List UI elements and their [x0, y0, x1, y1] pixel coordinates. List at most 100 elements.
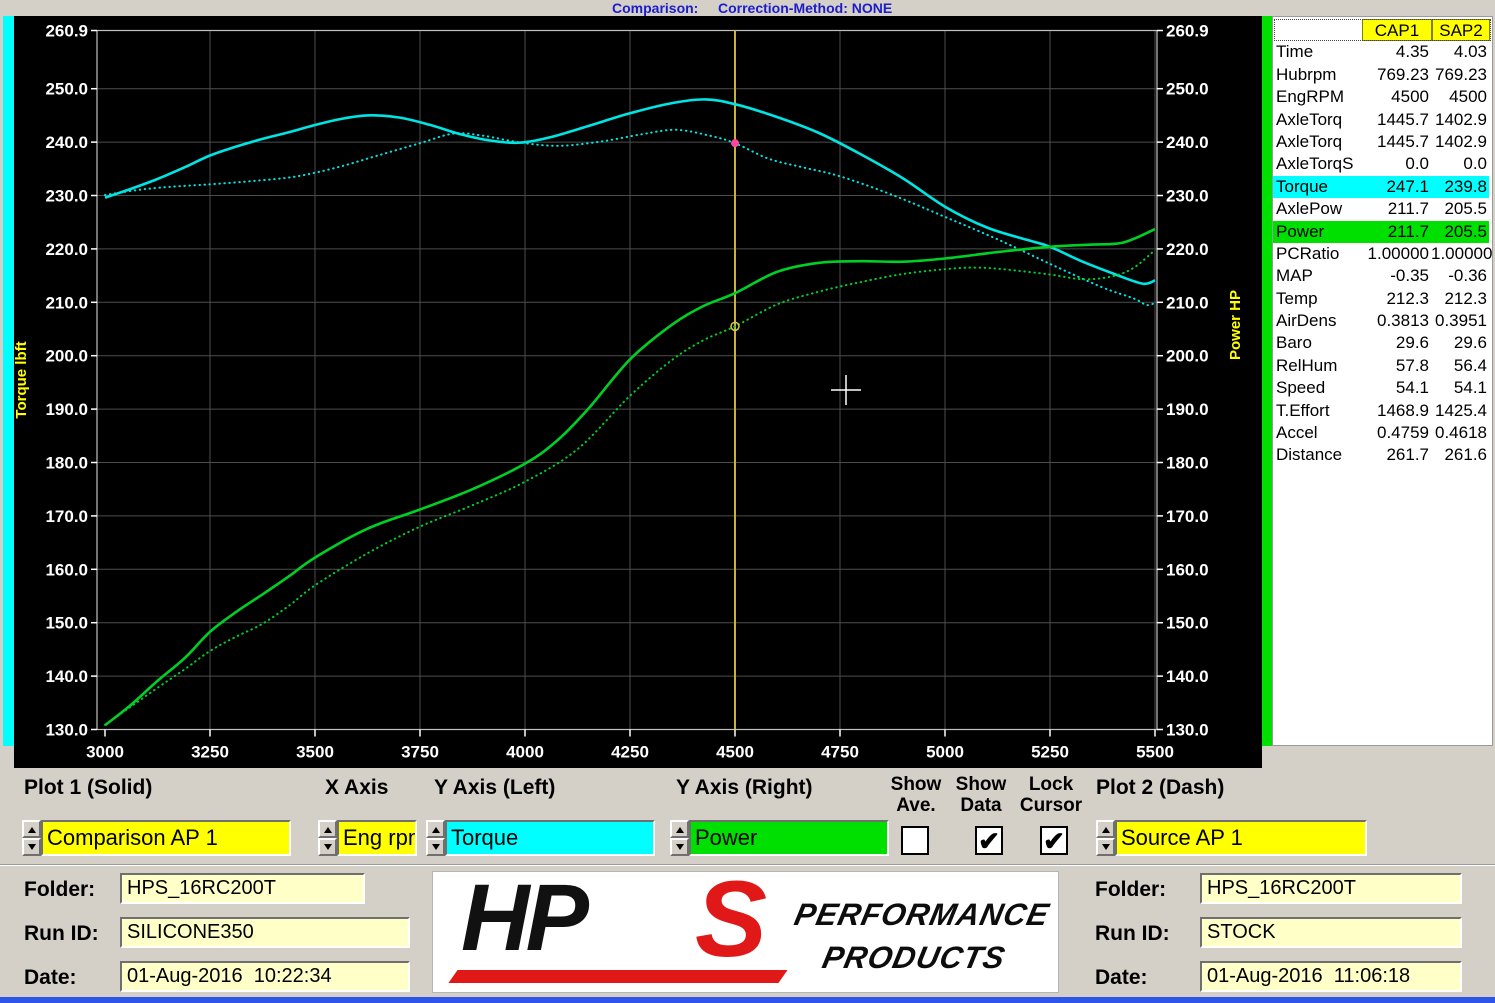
y-axis-right-label: Y Axis (Right) — [676, 776, 813, 800]
svg-text:3000: 3000 — [86, 743, 124, 762]
svg-text:260.9: 260.9 — [45, 22, 88, 41]
folder-label-right: Folder: — [1095, 878, 1166, 902]
channel-label: Hubrpm — [1273, 64, 1361, 86]
channel-label: T.Effort — [1273, 400, 1361, 422]
spinner-down-icon[interactable] — [22, 838, 41, 856]
channel-label: Speed — [1273, 377, 1361, 399]
date-field-left[interactable]: 01-Aug-2016 10:22:34 — [120, 961, 410, 992]
channel-label: Baro — [1273, 332, 1361, 354]
spinner-up-icon[interactable] — [22, 820, 41, 838]
x-axis-spinner[interactable] — [318, 820, 337, 856]
spinner-down-icon[interactable] — [1096, 838, 1115, 856]
channel-value: 0.3813 — [1361, 310, 1431, 332]
svg-text:3250: 3250 — [191, 743, 229, 762]
svg-text:230.0: 230.0 — [1166, 187, 1209, 206]
spinner-down-icon[interactable] — [318, 838, 337, 856]
svg-text:240.0: 240.0 — [1166, 133, 1209, 152]
channel-value: 1402.9 — [1431, 109, 1489, 131]
svg-text:130.0: 130.0 — [1166, 721, 1209, 740]
data-row-baro: Baro29.629.6 — [1273, 332, 1492, 354]
plot1-select[interactable]: Comparison AP 1 — [41, 820, 291, 856]
torque-axis-color-bar — [3, 16, 14, 746]
channel-value: 211.7 — [1361, 198, 1431, 220]
channel-label: AxlePow — [1273, 198, 1361, 220]
data-row-accel: Accel0.47590.4618 — [1273, 422, 1492, 444]
channel-value: 1445.7 — [1361, 109, 1431, 131]
y-left-spinner[interactable] — [426, 820, 445, 856]
y-right-select[interactable]: Power — [689, 820, 889, 856]
y-left-select[interactable]: Torque — [445, 820, 655, 856]
spinner-up-icon[interactable] — [318, 820, 337, 838]
show-ave-label: Show Ave. — [886, 774, 946, 816]
plot2-spinner[interactable] — [1096, 820, 1115, 856]
spinner-down-icon[interactable] — [426, 838, 445, 856]
channel-value: 1445.7 — [1361, 131, 1431, 153]
svg-text:210.0: 210.0 — [45, 293, 88, 312]
y-right-spinner[interactable] — [670, 820, 689, 856]
spinner-up-icon[interactable] — [670, 820, 689, 838]
correction-method-label: Correction-Method: NONE — [718, 0, 892, 16]
plot2-label: Plot 2 (Dash) — [1096, 776, 1224, 800]
svg-text:260.9: 260.9 — [1166, 22, 1209, 41]
dyno-chart[interactable]: 260.9260.9250.0250.0240.0240.0230.0230.0… — [14, 16, 1262, 768]
column-header-cap1: CAP1 — [1362, 19, 1432, 41]
svg-text:200.0: 200.0 — [45, 347, 88, 366]
data-row-engrpm: EngRPM45004500 — [1273, 86, 1492, 108]
svg-text:Power HP: Power HP — [1227, 290, 1244, 360]
svg-text:220.0: 220.0 — [45, 240, 88, 259]
channel-value: 239.8 — [1431, 176, 1489, 198]
run-id-field-right[interactable]: STOCK — [1200, 917, 1462, 948]
channel-label: Time — [1273, 41, 1361, 63]
channel-value: 1425.4 — [1431, 400, 1489, 422]
chart-plot-area[interactable]: 260.9260.9250.0250.0240.0240.0230.0230.0… — [14, 16, 1262, 768]
channel-value: 0.4759 — [1361, 422, 1431, 444]
folder-field-left[interactable]: HPS_16RC200T — [120, 873, 365, 904]
svg-text:5500: 5500 — [1136, 743, 1174, 762]
top-status-bar: Comparison: Correction-Method: NONE — [0, 0, 1495, 16]
logo-performance-text: PERFORMANCE — [791, 897, 1052, 933]
channel-value: 212.3 — [1431, 288, 1489, 310]
channel-value: 212.3 — [1361, 288, 1431, 310]
folder-field-right[interactable]: HPS_16RC200T — [1200, 873, 1462, 904]
date-field-right[interactable]: 01-Aug-2016 11:06:18 — [1200, 961, 1462, 992]
channel-value: 1.00000 — [1361, 243, 1431, 265]
svg-text:170.0: 170.0 — [1166, 507, 1209, 526]
power-axis-color-bar — [1262, 16, 1272, 746]
show-data-checkbox[interactable]: ✔ — [975, 826, 1003, 855]
svg-text:3750: 3750 — [401, 743, 439, 762]
svg-text:190.0: 190.0 — [1166, 400, 1209, 419]
channel-value: 247.1 — [1361, 176, 1431, 198]
x-axis-select[interactable]: Eng rpm — [337, 820, 417, 856]
run-id-field-left[interactable]: SILICONE350 — [120, 917, 410, 948]
data-row-axlepow: AxlePow211.7205.5 — [1273, 198, 1492, 220]
spinner-up-icon[interactable] — [1096, 820, 1115, 838]
svg-text:160.0: 160.0 — [1166, 560, 1209, 579]
data-row-airdens: AirDens0.38130.3951 — [1273, 310, 1492, 332]
channel-label: Torque — [1273, 176, 1361, 198]
data-row-relhum: RelHum57.856.4 — [1273, 355, 1492, 377]
data-row-speed: Speed54.154.1 — [1273, 377, 1492, 399]
plot2-select[interactable]: Source AP 1 — [1115, 820, 1367, 856]
plot1-spinner[interactable] — [22, 820, 41, 856]
channel-value: 54.1 — [1361, 377, 1431, 399]
header-blank-cell — [1274, 19, 1362, 41]
svg-text:150.0: 150.0 — [45, 614, 88, 633]
svg-text:130.0: 130.0 — [45, 721, 88, 740]
spinner-down-icon[interactable] — [670, 838, 689, 856]
comparison-label: Comparison: — [612, 0, 698, 16]
spinner-up-icon[interactable] — [426, 820, 445, 838]
show-ave-checkbox[interactable] — [901, 826, 929, 855]
channel-value: 29.6 — [1361, 332, 1431, 354]
channel-value: 261.7 — [1361, 444, 1431, 466]
lock-cursor-checkbox[interactable]: ✔ — [1040, 826, 1068, 855]
svg-text:250.0: 250.0 — [1166, 80, 1209, 99]
logo-hp-text: HP — [461, 871, 585, 973]
data-row-axletorq: AxleTorq1445.71402.9 — [1273, 109, 1492, 131]
channel-value: 0.0 — [1431, 153, 1489, 175]
column-header-sap2: SAP2 — [1432, 19, 1490, 41]
channel-label: AxleTorq — [1273, 109, 1361, 131]
channel-label: PCRatio — [1273, 243, 1361, 265]
channel-value: 1402.9 — [1431, 131, 1489, 153]
svg-text:160.0: 160.0 — [45, 560, 88, 579]
svg-text:200.0: 200.0 — [1166, 347, 1209, 366]
